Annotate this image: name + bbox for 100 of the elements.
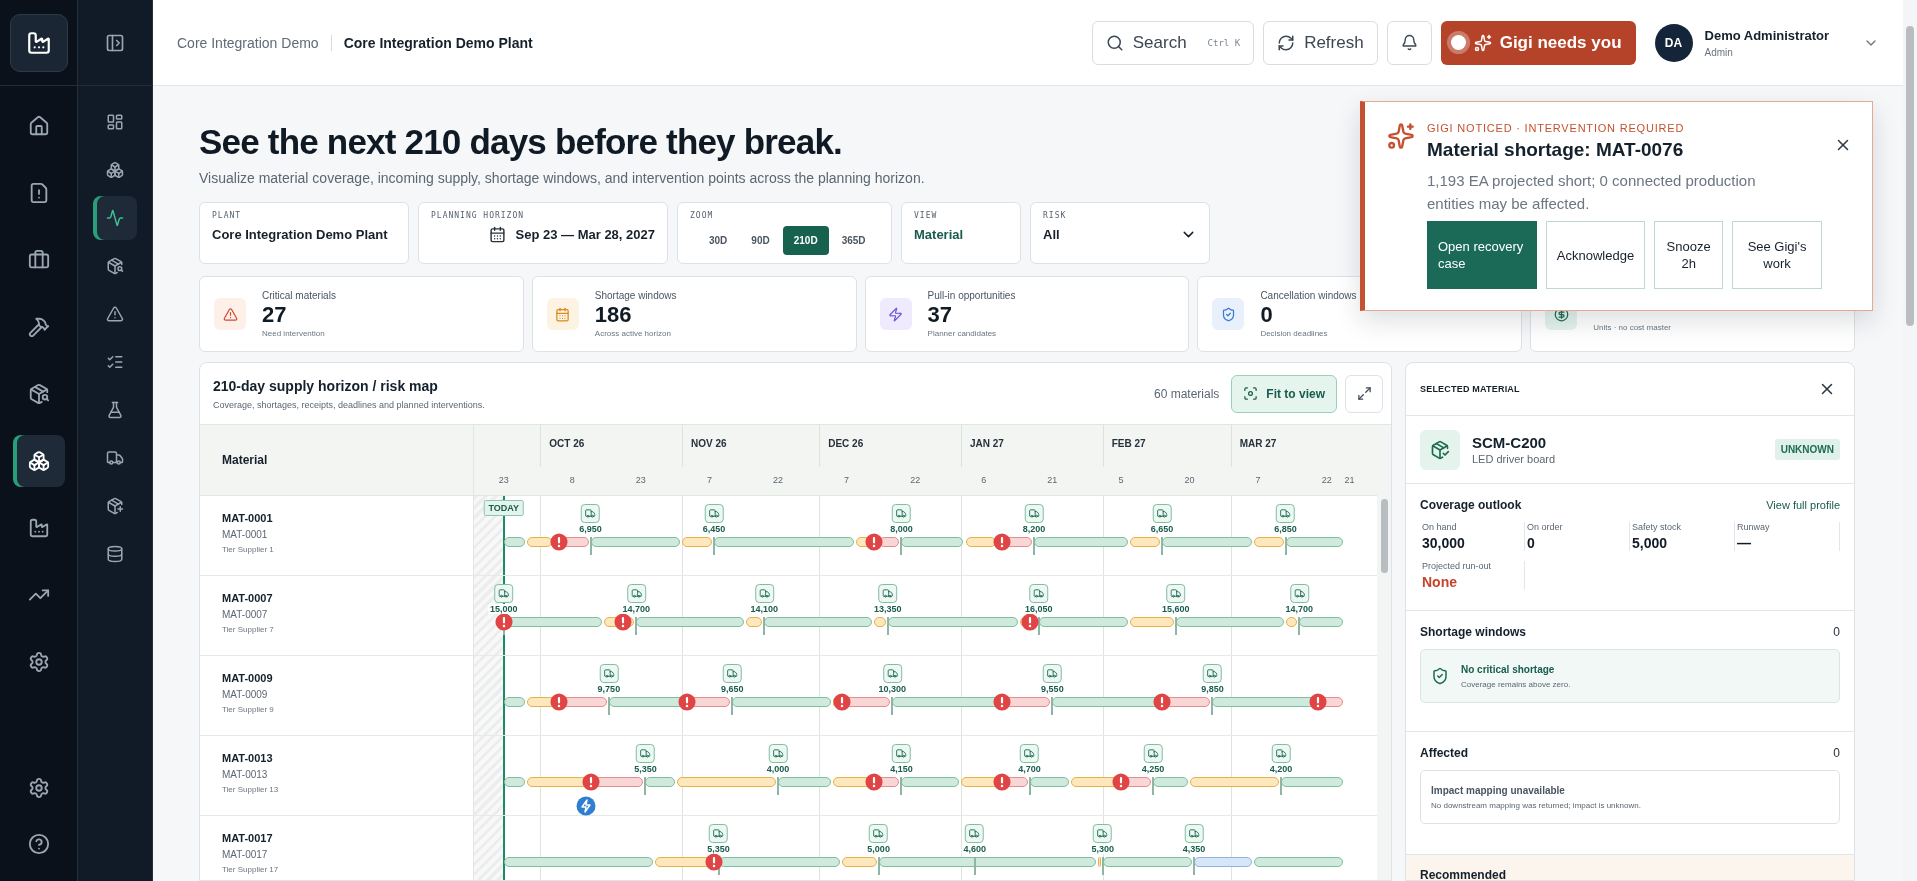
message-title: No critical shortage: [1461, 663, 1556, 675]
month-label: JAN 27: [960, 425, 1004, 467]
kpi-label: Shortage windows: [594, 290, 677, 301]
filter-value: All: [1043, 226, 1060, 243]
risk-dropdown[interactable]: RISK All: [1030, 202, 1210, 264]
receipt-quantity: 9,650: [719, 684, 746, 694]
kpi-value: 37: [927, 303, 954, 327]
kpi-note: Units · no cost master: [1593, 322, 1671, 332]
kpi-note: Across active horizon: [594, 329, 672, 338]
action-button[interactable]: Snooze 2h: [1654, 221, 1724, 289]
month-label: FEB 27: [1102, 425, 1146, 467]
filter-label: VIEW: [914, 211, 939, 220]
assistant-button[interactable]: Gigi needs you: [1440, 20, 1636, 65]
status-badge: UNKNOWN: [1774, 439, 1840, 460]
receipt-quantity: 5,000: [865, 844, 892, 854]
kpi-note: Planner candidates: [927, 329, 998, 338]
panel-subtitle: Coverage, shortages, receipts, deadlines and planned interventions.: [213, 399, 485, 410]
zoom-option[interactable]: 30D: [698, 226, 739, 255]
filter-label: ZOOM: [690, 211, 715, 220]
receipt-quantity: 13,350: [872, 604, 904, 614]
zoom-option[interactable]: 90D: [740, 226, 781, 255]
day-label: 8: [569, 475, 575, 485]
supplier-name: Tier Supplier 17: [222, 865, 280, 874]
user-avatar[interactable]: DA: [1654, 23, 1693, 62]
page-title: See the next 210 days before they break.: [199, 122, 843, 162]
action-button[interactable]: Acknowledge: [1545, 221, 1646, 289]
breadcrumb-link[interactable]: Core Integration Demo: [177, 34, 332, 51]
column-header: Material: [200, 425, 474, 495]
day-label: 7: [844, 475, 850, 485]
message-detail: Coverage remains above zero.: [1461, 679, 1571, 689]
plant-filter[interactable]: PLANT Core Integration Demo Plant: [199, 202, 409, 264]
notice-text: 1,193 EA projected short; 0 connected production entities may be affected.: [1427, 171, 1757, 214]
material-code: MAT-0017: [222, 849, 269, 860]
material-code: MAT-0001: [222, 529, 269, 540]
filter-value: Sep 23 — Mar 28, 2027: [515, 226, 655, 243]
supplier-name: Tier Supplier 7: [222, 625, 275, 634]
stat-label: Safety stock: [1632, 522, 1683, 532]
horizon-filter[interactable]: PLANNING HORIZON Sep 23 — Mar 28, 2027: [418, 202, 668, 264]
material-name: MAT-0001: [222, 512, 274, 524]
receipt-quantity: 14,700: [1283, 604, 1316, 614]
stat-value: 30,000: [1422, 535, 1466, 551]
day-label: 23: [635, 475, 646, 485]
zoom-option[interactable]: 365D: [830, 226, 877, 255]
material-code: MAT-0007: [222, 609, 269, 620]
receipt-quantity: 14,700: [620, 604, 653, 614]
receipt-quantity: 4,250: [1139, 764, 1167, 774]
receipt-quantity: 4,150: [888, 764, 915, 774]
receipt-quantity: 5,350: [705, 844, 732, 854]
day-label: 22: [773, 475, 784, 485]
receipt-quantity: 4,200: [1267, 764, 1295, 774]
panel-title: 210-day supply horizon / risk map: [213, 377, 439, 394]
kpi-note: Need intervention: [262, 329, 326, 338]
filter-value: Material: [914, 226, 965, 243]
breadcrumb-current: Core Integration Demo Plant: [342, 34, 533, 51]
material-name: MAT-0013: [222, 752, 274, 764]
receipt-quantity: 8,200: [1020, 524, 1048, 534]
today-badge: TODAY: [483, 500, 524, 516]
day-label: 21: [1344, 475, 1355, 485]
zoom-option[interactable]: 210D: [782, 226, 829, 255]
filter-label: PLANT: [212, 211, 243, 220]
kpi-value: 27: [262, 303, 288, 327]
receipt-quantity: 4,600: [961, 844, 988, 854]
day-label: 23: [498, 475, 509, 485]
section-title: Shortage windows: [1420, 625, 1526, 639]
month-label: OCT 26: [540, 425, 585, 467]
refresh-button[interactable]: Refresh: [1263, 20, 1378, 65]
receipt-quantity: 15,600: [1160, 604, 1192, 614]
message-detail: No downstream mapping was returned; impact is unknown.: [1431, 800, 1641, 810]
panel-heading: SELECTED MATERIAL: [1420, 384, 1520, 394]
kpi-label: Pull-in opportunities: [927, 290, 1016, 301]
supplier-name: Tier Supplier 13: [222, 785, 280, 794]
receipt-quantity: 5,300: [1089, 844, 1116, 854]
notice-title: Material shortage: MAT-0076: [1427, 139, 1685, 161]
material-name: LED driver board: [1472, 453, 1556, 465]
fit-to-view-button[interactable]: Fit to view: [1231, 374, 1337, 413]
action-button[interactable]: Open recovery case: [1427, 221, 1537, 289]
receipt-quantity: 15,000: [487, 604, 520, 614]
filter-label: RISK: [1043, 211, 1068, 220]
search-button[interactable]: Search Ctrl K: [1091, 20, 1255, 65]
receipt-quantity: 16,050: [1022, 604, 1055, 614]
action-button[interactable]: See Gigi's work: [1732, 221, 1822, 289]
month-label: DEC 26: [819, 425, 864, 467]
material-code: MAT-0013: [222, 769, 269, 780]
kpi-value: 0: [1260, 303, 1274, 327]
user-role: Admin: [1704, 46, 1734, 58]
stat-value: None: [1422, 574, 1458, 590]
receipt-quantity: 6,950: [577, 524, 604, 534]
receipt-quantity: 8,000: [888, 524, 915, 534]
filter-label: PLANNING HORIZON: [431, 211, 526, 220]
receipt-quantity: 9,850: [1199, 684, 1226, 694]
material-count: 60 materials: [1153, 386, 1220, 401]
view-profile-link[interactable]: View full profile: [1766, 499, 1840, 511]
month-label: NOV 26: [682, 425, 727, 467]
day-label: 21: [1047, 475, 1058, 485]
view-filter[interactable]: VIEW Material: [901, 202, 1021, 264]
receipt-quantity: 5,350: [632, 764, 659, 774]
supplier-name: Tier Supplier 1: [222, 545, 275, 554]
kpi-label: Cancellation windows: [1260, 290, 1357, 301]
receipt-quantity: 9,550: [1039, 684, 1066, 694]
filter-value: Core Integration Demo Plant: [212, 226, 389, 243]
